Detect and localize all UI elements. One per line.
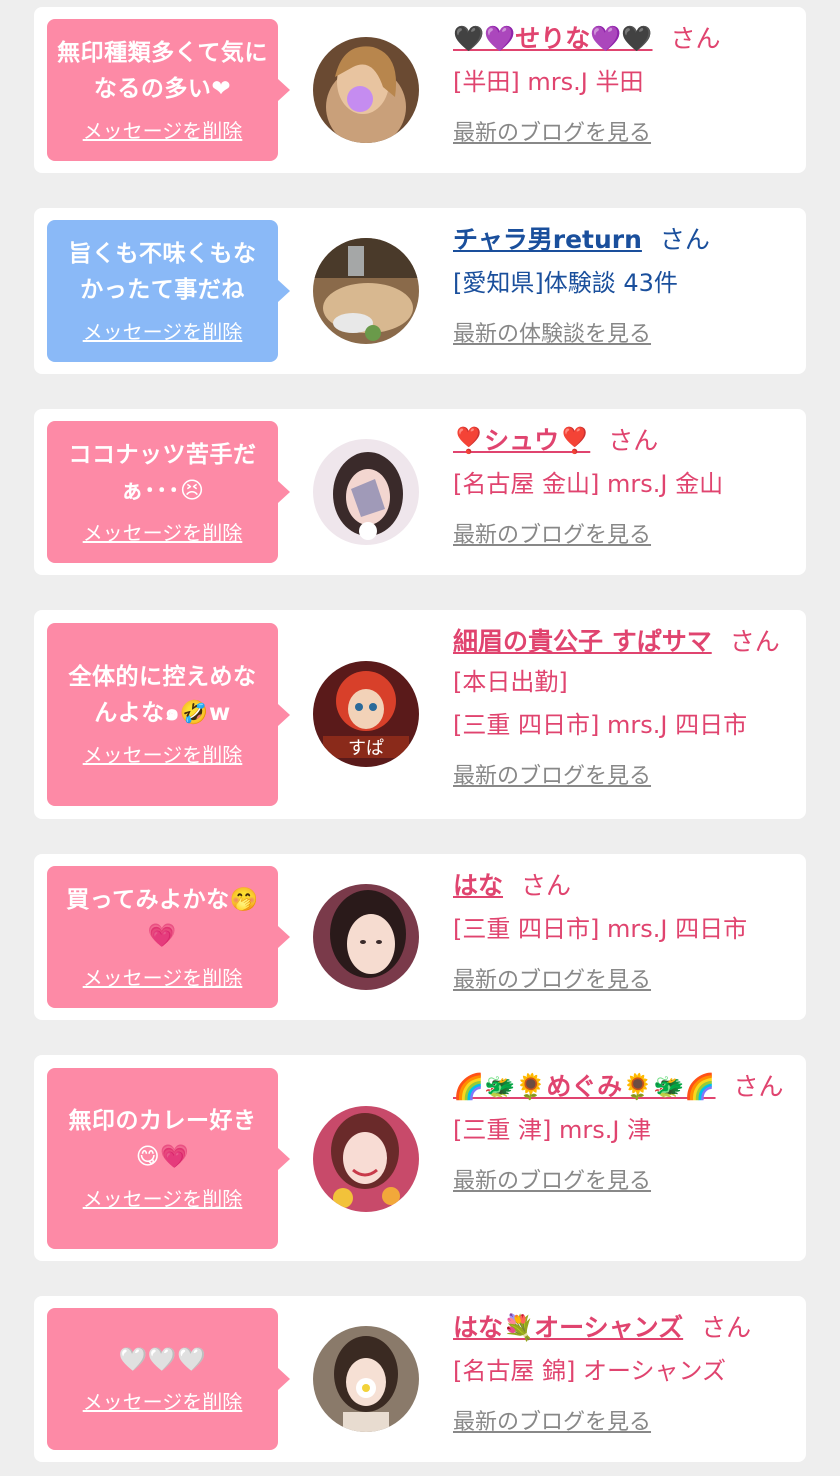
message-card: 買ってみよかな🤭💗 メッセージを削除 はな さん [三重 四日市] mrs.J 四… [34,854,806,1020]
message-bubble: 🤍🤍🤍 メッセージを削除 [47,1308,290,1450]
message-text: 買ってみよかな🤭💗 [66,886,259,949]
message-text: 旨くも不味くもなかったて事だね [68,240,257,303]
honorific: さん [733,1072,784,1101]
shop-label: [三重 四日市] mrs.J 四日市 [453,711,748,739]
sender-info: はな さん [三重 四日市] mrs.J 四日市 最新のブログを見る [453,866,792,994]
attendance-status: [本日出勤] [453,668,568,696]
message-bubble: 全体的に控えめなんよな๑🤣w メッセージを削除 [47,623,290,806]
delete-message-link[interactable]: メッセージを削除 [83,316,243,345]
avatar[interactable] [313,37,419,143]
sender-name-link[interactable]: ❣️シュウ❣️ [453,426,590,455]
avatar-image [313,439,419,545]
honorific: さん [729,627,780,656]
message-bubble: ココナッツ苦手だぁ･･･😣 メッセージを削除 [47,421,290,563]
sender-name-link[interactable]: 🌈🐲🌻めぐみ🌻🐲🌈 [453,1072,716,1101]
message-card: 🤍🤍🤍 メッセージを削除 はな💐オーシャンズ さん [名古屋 錦] オーシャンズ … [34,1296,806,1462]
sender-info: 🖤💜せりな💜🖤 さん [半田] mrs.J 半田 最新のブログを見る [453,19,792,147]
message-text: 全体的に控えめなんよな๑🤣w [68,664,257,726]
sender-info: 🌈🐲🌻めぐみ🌻🐲🌈 さん [三重 津] mrs.J 津 最新のブログを見る [453,1067,792,1195]
delete-message-link[interactable]: メッセージを削除 [83,517,243,546]
avatar-image [313,1326,419,1432]
honorific: さん [521,871,572,900]
delete-message-link[interactable]: メッセージを削除 [83,962,243,991]
honorific: さん [659,225,710,254]
message-card: 無印のカレー好き😋💗 メッセージを削除 🌈🐲🌻めぐみ🌻🐲🌈 さん [三重 津] m… [34,1055,806,1261]
avatar-image [313,238,419,344]
message-bubble: 無印のカレー好き😋💗 メッセージを削除 [47,1068,290,1249]
message-bubble: 旨くも不味くもなかったて事だね メッセージを削除 [47,220,290,362]
honorific: さん [670,24,721,53]
avatar[interactable] [313,238,419,344]
avatar-image: すぱ [313,661,419,767]
message-card: 全体的に控えめなんよな๑🤣w メッセージを削除 すぱ 細眉の貴公子 すぱサマ さん… [34,610,806,819]
avatar-image [313,37,419,143]
message-card: ココナッツ苦手だぁ･･･😣 メッセージを削除 ❣️シュウ❣️ さん [名古屋 金山… [34,409,806,575]
latest-blog-link[interactable]: 最新のブログを見る [453,758,651,790]
latest-review-link[interactable]: 最新の体験談を見る [453,316,651,348]
sender-info: はな💐オーシャンズ さん [名古屋 錦] オーシャンズ 最新のブログを見る [453,1308,792,1436]
avatar[interactable] [313,1106,419,1212]
shop-label: [愛知県]体験談 43件 [453,269,678,297]
message-bubble: 無印種類多くて気になるの多い❤ メッセージを削除 [47,19,290,161]
message-card: 無印種類多くて気になるの多い❤ メッセージを削除 🖤💜せりな💜🖤 さん [半田] … [34,7,806,173]
sender-name-link[interactable]: はな [453,871,503,900]
sender-info: 細眉の貴公子 すぱサマ さん [本日出勤] [三重 四日市] mrs.J 四日市 最… [453,622,792,790]
honorific: さん [701,1313,752,1342]
sender-name-link[interactable]: チャラ男return [453,225,642,254]
shop-label: [名古屋 金山] mrs.J 金山 [453,470,724,498]
message-text: 無印種類多くて気になるの多い❤ [57,39,268,102]
svg-text:すぱ: すぱ [348,738,384,759]
message-bubble: 買ってみよかな🤭💗 メッセージを削除 [47,866,290,1008]
message-text: 無印のカレー好き😋💗 [68,1108,257,1170]
message-text: 🤍🤍🤍 [118,1346,207,1373]
delete-message-link[interactable]: メッセージを削除 [83,739,243,768]
message-text: ココナッツ苦手だぁ･･･😣 [68,441,257,504]
avatar-image [313,884,419,990]
avatar[interactable] [313,1326,419,1432]
shop-label: [三重 四日市] mrs.J 四日市 [453,915,748,943]
shop-label: [半田] mrs.J 半田 [453,68,644,96]
shop-label: [三重 津] mrs.J 津 [453,1116,652,1144]
sender-info: ❣️シュウ❣️ さん [名古屋 金山] mrs.J 金山 最新のブログを見る [453,421,792,549]
honorific: さん [608,426,659,455]
message-card: 旨くも不味くもなかったて事だね メッセージを削除 チャラ男return さん [愛… [34,208,806,374]
delete-message-link[interactable]: メッセージを削除 [83,115,243,144]
latest-blog-link[interactable]: 最新のブログを見る [453,1163,651,1195]
sender-name-link[interactable]: はな💐オーシャンズ [453,1313,683,1342]
sender-name-link[interactable]: 細眉の貴公子 すぱサマ [453,627,712,656]
sender-info: チャラ男return さん [愛知県]体験談 43件 最新の体験談を見る [453,220,792,348]
avatar[interactable] [313,439,419,545]
latest-blog-link[interactable]: 最新のブログを見る [453,962,651,994]
latest-blog-link[interactable]: 最新のブログを見る [453,517,651,549]
latest-blog-link[interactable]: 最新のブログを見る [453,115,651,147]
avatar[interactable]: すぱ [313,661,419,767]
shop-label: [名古屋 錦] オーシャンズ [453,1357,727,1385]
delete-message-link[interactable]: メッセージを削除 [83,1386,243,1415]
latest-blog-link[interactable]: 最新のブログを見る [453,1404,651,1436]
sender-name-link[interactable]: 🖤💜せりな💜🖤 [453,24,653,53]
avatar-image [313,1106,419,1212]
delete-message-link[interactable]: メッセージを削除 [83,1183,243,1212]
avatar[interactable] [313,884,419,990]
